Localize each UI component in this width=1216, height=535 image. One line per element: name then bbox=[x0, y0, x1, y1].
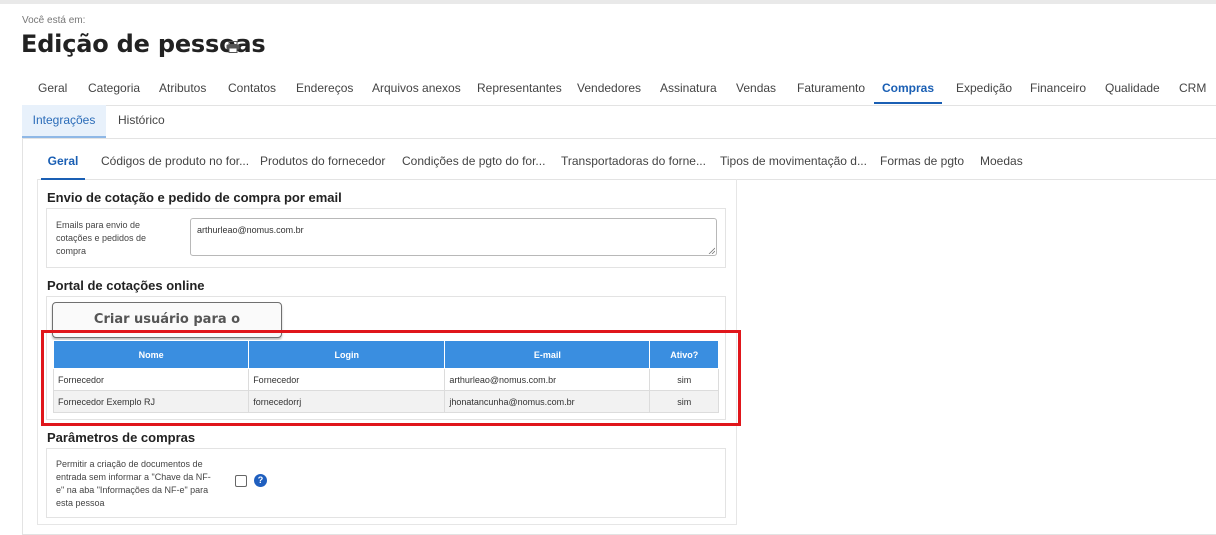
params-field-label: Permitir a criação de documentos de entr… bbox=[56, 459, 211, 508]
sub-tab-bar: Integrações Histórico bbox=[22, 105, 1216, 138]
tab-crm[interactable]: CRM bbox=[1179, 73, 1206, 104]
tab-vendedores[interactable]: Vendedores bbox=[577, 73, 641, 104]
inner-tab-bar: Geral Códigos de produto no for... Produ… bbox=[37, 147, 1216, 180]
tab-historico[interactable]: Histórico bbox=[118, 105, 165, 136]
breadcrumb: Você está em: bbox=[22, 15, 86, 26]
resize-grip-icon[interactable] bbox=[708, 247, 715, 254]
tab-formas-pgto[interactable]: Formas de pgto bbox=[880, 147, 964, 178]
tab-financeiro[interactable]: Financeiro bbox=[1030, 73, 1086, 104]
email-section-title: Envio de cotação e pedido de compra por … bbox=[47, 190, 342, 205]
tab-expedicao[interactable]: Expedição bbox=[956, 73, 1012, 104]
tab-qualidade[interactable]: Qualidade bbox=[1105, 73, 1160, 104]
tab-enderecos[interactable]: Endereços bbox=[296, 73, 353, 104]
tab-geral[interactable]: Geral bbox=[38, 73, 67, 104]
tab-condicoes-pgto[interactable]: Condições de pgto do for... bbox=[402, 147, 545, 178]
tab-representantes[interactable]: Representantes bbox=[477, 73, 562, 104]
tab-assinatura[interactable]: Assinatura bbox=[660, 73, 717, 104]
main-tab-bar: Geral Categoria Atributos Contatos Ender… bbox=[22, 73, 1216, 106]
print-icon[interactable] bbox=[226, 41, 240, 53]
tab-compras[interactable]: Compras bbox=[874, 73, 942, 104]
help-icon[interactable]: ? bbox=[254, 474, 267, 487]
tab-integracoes[interactable]: Integrações bbox=[22, 105, 106, 138]
tab-contatos[interactable]: Contatos bbox=[228, 73, 276, 104]
tab-transportadoras[interactable]: Transportadoras do forne... bbox=[561, 147, 706, 178]
tab-categoria[interactable]: Categoria bbox=[88, 73, 140, 104]
highlight-annotation bbox=[41, 330, 741, 426]
tab-tipos-movimentacao[interactable]: Tipos de movimentação d... bbox=[720, 147, 867, 178]
top-border bbox=[0, 0, 1216, 4]
tab-moedas[interactable]: Moedas bbox=[980, 147, 1023, 178]
tab-inner-geral[interactable]: Geral bbox=[41, 147, 85, 180]
email-field-label: Emails para envio de cotações e pedidos … bbox=[56, 220, 147, 256]
email-textarea[interactable]: arthurleao@nomus.com.br bbox=[190, 218, 717, 256]
tab-produtos-fornecedor[interactable]: Produtos do fornecedor bbox=[260, 147, 385, 178]
allow-without-key-checkbox[interactable] bbox=[235, 475, 247, 487]
tab-arquivos-anexos[interactable]: Arquivos anexos bbox=[372, 73, 461, 104]
tab-codigos-produto[interactable]: Códigos de produto no for... bbox=[101, 147, 249, 178]
tab-vendas[interactable]: Vendas bbox=[736, 73, 776, 104]
params-section-title: Parâmetros de compras bbox=[47, 430, 196, 445]
tab-faturamento[interactable]: Faturamento bbox=[797, 73, 865, 104]
tab-atributos[interactable]: Atributos bbox=[159, 73, 206, 104]
portal-section-title: Portal de cotações online bbox=[47, 278, 205, 293]
